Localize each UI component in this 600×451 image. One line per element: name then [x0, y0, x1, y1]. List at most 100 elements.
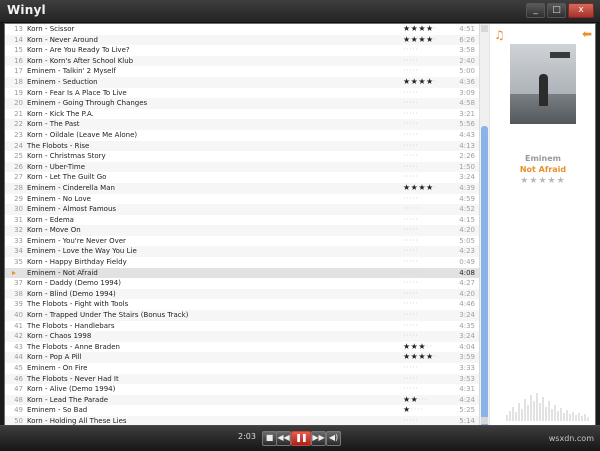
star-empty-icon[interactable]: · [415, 236, 418, 245]
star-empty-icon[interactable]: · [415, 299, 418, 308]
playlist-row[interactable]: 17 Eminem - Talkin' 2 Myself ····· 5:00 [5, 66, 479, 77]
back-arrow-icon[interactable]: ⬅ [582, 27, 592, 41]
star-empty-icon[interactable]: ★ [557, 176, 566, 186]
star-filled-icon[interactable]: ★ [403, 352, 411, 361]
scroll-thumb[interactable] [481, 126, 488, 425]
playlist-row[interactable]: 16 Korn - Korn's After School Klub ····· 2:… [5, 55, 479, 67]
playlist-row[interactable]: 49 Eminem - So Bad ★···· 5:25 [5, 405, 479, 416]
playlist-row[interactable]: 50 Korn - Holding All These Lies ····· 5:14 [5, 415, 479, 425]
maximize-button[interactable]: □ [547, 3, 566, 18]
star-empty-icon[interactable]: · [415, 204, 418, 213]
star-filled-icon[interactable]: ★ [403, 183, 411, 192]
track-rating[interactable]: ★★★★· [403, 183, 437, 194]
star-empty-icon[interactable]: · [415, 194, 418, 203]
track-rating[interactable]: ····· [403, 56, 418, 67]
playlist-row[interactable]: 18 Eminem - Seduction ★★★★· 4:36 [5, 76, 479, 88]
track-rating[interactable]: ····· [403, 321, 418, 332]
track-rating[interactable]: ★★★·· [403, 342, 432, 353]
star-empty-icon[interactable]: · [415, 119, 418, 128]
track-rating[interactable]: ····· [403, 151, 418, 162]
star-empty-icon[interactable]: · [434, 24, 437, 33]
playlist-row[interactable]: 13 Korn - Scissor ★★★★· 4:51 [5, 24, 479, 35]
star-filled-icon[interactable]: ★ [426, 183, 434, 192]
star-empty-icon[interactable]: · [415, 141, 418, 150]
star-filled-icon[interactable]: ★ [418, 35, 426, 44]
star-empty-icon[interactable]: · [415, 162, 418, 171]
track-rating[interactable]: ····· [403, 66, 418, 77]
playlist-scrollbar[interactable] [479, 24, 489, 425]
star-empty-icon[interactable]: · [420, 405, 423, 414]
track-rating[interactable]: ★★★★· [403, 24, 437, 35]
track-rating[interactable]: ····· [403, 268, 418, 279]
star-empty-icon[interactable]: ★ [538, 176, 547, 186]
playlist-row[interactable]: 34 Eminem - Love the Way You Lie ····· 4:23 [5, 246, 479, 258]
playlist-row[interactable]: 43 The Flobots - Anne Braden ★★★·· 4:04 [5, 342, 479, 353]
playlist-row[interactable]: 39 The Flobots - Fight with Tools ····· 4:4… [5, 299, 479, 310]
star-empty-icon[interactable]: · [434, 352, 437, 361]
star-empty-icon[interactable]: · [415, 268, 418, 277]
playlist-row[interactable]: 40 Korn - Trapped Under The Stairs (Bonus… [5, 310, 479, 321]
track-rating[interactable]: ····· [403, 278, 418, 289]
playlist-row[interactable]: 46 The Flobots - Never Had It ····· 3:53 [5, 373, 479, 385]
track-rating[interactable]: ★★★★· [403, 35, 437, 46]
star-empty-icon[interactable]: · [415, 384, 418, 393]
star-empty-icon[interactable]: · [415, 289, 418, 298]
playlist-row-playing[interactable]: Eminem - Not Afraid ····· 4:08 [5, 267, 479, 279]
star-empty-icon[interactable]: · [415, 151, 418, 160]
star-empty-icon[interactable]: · [415, 246, 418, 255]
playlist-row[interactable]: 37 Korn - Daddy (Demo 1994) ····· 4:27 [5, 278, 479, 289]
track-rating[interactable]: ····· [403, 109, 418, 120]
track-rating[interactable]: ····· [403, 204, 418, 215]
track-rating[interactable]: ····· [403, 257, 418, 268]
playlist-row[interactable]: 26 Korn - Uber-Time ····· 1:50 [5, 161, 479, 173]
star-empty-icon[interactable]: ★ [548, 176, 557, 186]
star-empty-icon[interactable]: · [415, 98, 418, 107]
star-filled-icon[interactable]: ★ [426, 352, 434, 361]
star-empty-icon[interactable]: · [415, 130, 418, 139]
star-empty-icon[interactable]: · [415, 321, 418, 330]
track-rating[interactable]: ····· [403, 88, 418, 99]
star-empty-icon[interactable]: · [415, 257, 418, 266]
track-rating[interactable]: ★★★★· [403, 352, 437, 363]
track-rating[interactable]: ····· [403, 98, 418, 109]
track-rating[interactable]: ····· [403, 162, 418, 173]
star-filled-icon[interactable]: ★ [426, 24, 434, 33]
star-empty-icon[interactable]: · [415, 66, 418, 75]
star-filled-icon[interactable]: ★ [418, 352, 426, 361]
track-rating[interactable]: ····· [403, 363, 418, 374]
star-filled-icon[interactable]: ★ [403, 77, 411, 86]
now-playing-rating[interactable]: ★★★★★ [490, 176, 595, 186]
star-empty-icon[interactable]: · [424, 395, 427, 404]
next-button[interactable]: ▶▶ [311, 431, 326, 446]
star-empty-icon[interactable]: · [415, 416, 418, 425]
playlist-row[interactable]: 31 Korn - Edema ····· 4:15 [5, 215, 479, 226]
track-rating[interactable]: ····· [403, 130, 418, 141]
playlist-row[interactable]: 42 Korn - Chaos 1998 ····· 3:24 [5, 331, 479, 342]
track-rating[interactable]: ····· [403, 416, 418, 425]
playlist-row[interactable]: 22 Korn - The Past ····· 5:56 [5, 119, 479, 130]
star-empty-icon[interactable]: · [415, 172, 418, 181]
track-rating[interactable]: ★★★★· [403, 77, 437, 88]
star-empty-icon[interactable]: · [415, 45, 418, 54]
star-filled-icon[interactable]: ★ [418, 77, 426, 86]
playlist-row[interactable]: 32 Korn - Move On ····· 4:20 [5, 225, 479, 236]
track-rating[interactable]: ····· [403, 225, 418, 236]
star-filled-icon[interactable]: ★ [426, 35, 434, 44]
playlist-row[interactable]: 35 Korn - Happy Birthday Fieldy ····· 0:49 [5, 257, 479, 268]
star-empty-icon[interactable]: · [415, 109, 418, 118]
track-rating[interactable]: ····· [403, 45, 418, 56]
playlist-row[interactable]: 41 The Flobots - Handlebars ····· 4:35 [5, 321, 479, 332]
playlist-row[interactable]: 48 Korn - Lead The Parade ★★··· 4:24 [5, 394, 479, 406]
track-rating[interactable]: ····· [403, 331, 418, 342]
star-empty-icon[interactable]: · [415, 331, 418, 340]
playlist-row[interactable]: 28 Eminem - Cinderella Man ★★★★· 4:39 [5, 182, 479, 194]
playlist-row[interactable]: 44 Korn - Pop A Pill ★★★★· 3:59 [5, 352, 479, 363]
track-rating[interactable]: ····· [403, 172, 418, 183]
track-rating[interactable]: ★★··· [403, 395, 427, 406]
playlist-row[interactable]: 25 Korn - Christmas Story ····· 2:26 [5, 151, 479, 162]
stop-button[interactable]: ■ [262, 431, 277, 446]
track-rating[interactable]: ····· [403, 194, 418, 205]
star-empty-icon[interactable]: · [434, 35, 437, 44]
track-rating[interactable]: ····· [403, 299, 418, 310]
track-rating[interactable]: ····· [403, 310, 418, 321]
